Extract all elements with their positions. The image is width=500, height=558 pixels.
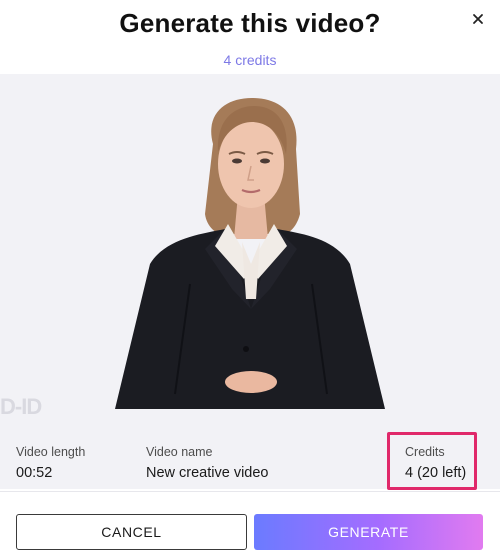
dialog-title: Generate this video?	[119, 8, 381, 38]
close-button[interactable]	[470, 11, 486, 27]
credits-cost-subtitle: 4 credits	[223, 52, 277, 68]
credits-info-highlight: Credits 4 (20 left)	[387, 432, 477, 490]
credits-value: 4 (20 left)	[405, 465, 467, 481]
cancel-button[interactable]: CANCEL	[16, 514, 247, 550]
avatar-presenter-image	[115, 98, 385, 409]
video-info-row: Video length 00:52 Video name New creati…	[0, 430, 500, 490]
close-icon	[473, 14, 483, 24]
generate-video-dialog: Generate this video? 4 credits D-ID Vide…	[0, 0, 500, 558]
video-name-info: Video name New creative video	[146, 445, 269, 481]
video-name-value: New creative video	[146, 465, 269, 481]
video-length-info: Video length 00:52	[16, 445, 85, 481]
footer-divider	[0, 491, 500, 492]
generate-button[interactable]: GENERATE	[254, 514, 483, 550]
credits-label: Credits	[405, 445, 445, 459]
video-length-label: Video length	[16, 445, 86, 459]
video-preview: D-ID	[0, 74, 500, 489]
video-name-label: Video name	[146, 445, 213, 459]
dialog-header: Generate this video? 4 credits	[0, 0, 500, 74]
did-watermark: D-ID	[0, 394, 42, 419]
video-length-value: 00:52	[16, 465, 53, 481]
